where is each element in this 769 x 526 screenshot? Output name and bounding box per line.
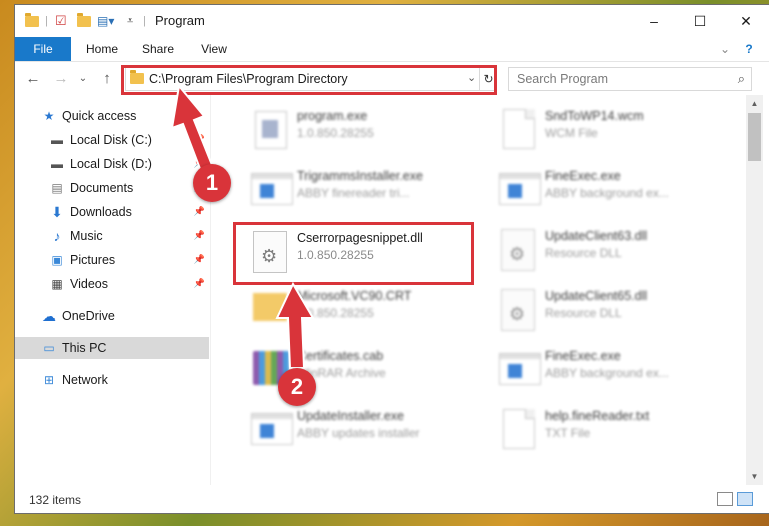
app-icon <box>247 407 293 445</box>
tab-share[interactable]: Share <box>133 37 183 61</box>
computer-icon: ▭ <box>43 341 55 355</box>
file-item[interactable]: ⚙ UpdateClient65.dll Resource DLL <box>487 281 727 337</box>
sidebar-item-pictures[interactable]: ▣ Pictures 📌 <box>15 249 209 271</box>
pin-icon[interactable]: 📌 <box>194 230 205 241</box>
file-item[interactable]: Certificates.cab WinRAR Archive <box>239 341 479 397</box>
pin-icon[interactable]: 📌 <box>194 254 205 265</box>
document-icon <box>495 107 535 149</box>
dll-icon: ⚙ <box>495 287 535 331</box>
sidebar-item-documents[interactable]: ▤ Documents 📌 <box>15 177 209 199</box>
sidebar-item-local-disk-d[interactable]: ▬ Local Disk (D:) 📌 <box>15 153 209 175</box>
folder-icon[interactable] <box>25 12 39 29</box>
up-button[interactable]: ↑ <box>97 68 117 88</box>
search-placeholder: Search Program <box>517 72 609 86</box>
tab-view[interactable]: View <box>189 37 239 61</box>
vertical-scrollbar[interactable]: ▲ ▼ <box>746 95 763 485</box>
tiles-view-icon[interactable] <box>737 492 753 506</box>
sidebar-item-downloads[interactable]: ⬇ Downloads 📌 <box>15 201 209 223</box>
file-item[interactable]: help.fineReader.txt TXT File <box>487 401 727 457</box>
address-bar-highlight <box>121 65 497 95</box>
app-icon <box>495 167 541 205</box>
item-count: 132 items <box>29 493 82 507</box>
step-2-badge: 2 <box>278 368 316 406</box>
tab-file[interactable]: File <box>15 37 71 61</box>
pictures-icon: ▣ <box>51 253 63 267</box>
dll-icon: ⚙ <box>495 227 535 271</box>
recent-locations-button[interactable]: ⌄ <box>73 68 93 88</box>
properties-icon[interactable]: ☑ <box>55 13 67 29</box>
pin-icon[interactable]: 📌 <box>194 206 205 217</box>
file-item[interactable]: UpdateInstaller.exe ABBY updates install… <box>239 401 479 457</box>
title-bar: | ☑ ▤▾ ⩡ | Program – ☐ ✕ <box>15 5 769 37</box>
cloud-icon: ☁ <box>42 307 56 324</box>
quick-access-toolbar-icon[interactable]: ▤▾ <box>97 13 114 29</box>
document-icon <box>495 407 535 449</box>
sidebar-item-quick-access[interactable]: ★ Quick access <box>15 105 209 127</box>
file-item[interactable]: FineExec.exe ABBY background ex... <box>487 161 727 217</box>
sidebar-item-this-pc[interactable]: ▭ This PC <box>15 337 209 359</box>
file-list: program.exe 1.0.850.28255 SndToWP14.wcm … <box>211 95 746 485</box>
file-item[interactable]: FineExec.exe ABBY background ex... <box>487 341 727 397</box>
navigation-pane: ★ Quick access ▬ Local Disk (C:) 📌 ▬ Loc… <box>15 95 209 495</box>
search-input[interactable]: Search Program ⌕ <box>508 67 752 91</box>
close-button[interactable]: ✕ <box>723 5 769 37</box>
pin-icon[interactable]: 📌 <box>194 134 205 145</box>
window-title: Program <box>155 13 205 28</box>
file-item[interactable]: TrigrammsInstaller.exe ABBY finereader t… <box>239 161 479 217</box>
file-item[interactable]: program.exe 1.0.850.28255 <box>239 101 479 157</box>
download-icon: ⬇ <box>51 203 63 220</box>
expand-ribbon-icon[interactable]: ⌄ <box>715 37 735 61</box>
forward-button[interactable]: → <box>51 68 71 88</box>
scroll-thumb[interactable] <box>748 113 761 161</box>
sidebar-item-music[interactable]: ♪ Music 📌 <box>15 225 209 247</box>
pin-icon[interactable]: 📌 <box>194 278 205 289</box>
scroll-down-icon[interactable]: ▼ <box>746 468 763 485</box>
tab-home[interactable]: Home <box>77 37 127 61</box>
help-icon[interactable]: ? <box>739 37 759 61</box>
network-icon: ⊞ <box>43 373 55 387</box>
music-icon: ♪ <box>53 228 61 244</box>
new-folder-icon[interactable] <box>77 12 91 29</box>
back-button[interactable]: ← <box>23 68 43 88</box>
search-icon: ⌕ <box>737 71 745 86</box>
folder-icon <box>247 287 287 325</box>
drive-icon: ▬ <box>51 133 63 147</box>
scroll-up-icon[interactable]: ▲ <box>746 95 763 112</box>
status-bar: 132 items <box>15 485 769 513</box>
documents-icon: ▤ <box>51 181 63 195</box>
file-item[interactable]: Microsoft.VC90.CRT 1.0.850.28255 <box>239 281 479 337</box>
sidebar-item-network[interactable]: ⊞ Network <box>15 369 209 391</box>
drive-icon: ▬ <box>51 157 63 171</box>
details-view-icon[interactable] <box>717 492 733 506</box>
exe-icon <box>247 107 287 149</box>
dll-file-highlight <box>233 222 474 285</box>
step-1-badge: 1 <box>193 164 231 202</box>
file-item[interactable]: SndToWP14.wcm WCM File <box>487 101 727 157</box>
app-icon <box>247 167 293 205</box>
ribbon-tabs: File Home Share View ⌄ ? <box>15 37 769 62</box>
file-item[interactable]: ⚙ UpdateClient63.dll Resource DLL <box>487 221 727 277</box>
minimize-button[interactable]: – <box>631 5 677 37</box>
sidebar-item-videos[interactable]: ▦ Videos 📌 <box>15 273 209 295</box>
sidebar-item-onedrive[interactable]: ☁ OneDrive <box>15 305 209 327</box>
maximize-button[interactable]: ☐ <box>677 5 723 37</box>
customize-toolbar-icon[interactable]: ⩡ <box>127 13 133 29</box>
star-icon: ★ <box>43 109 55 123</box>
videos-icon: ▦ <box>51 277 63 291</box>
app-icon <box>495 347 541 385</box>
sidebar-item-local-disk-c[interactable]: ▬ Local Disk (C:) 📌 <box>15 129 209 151</box>
